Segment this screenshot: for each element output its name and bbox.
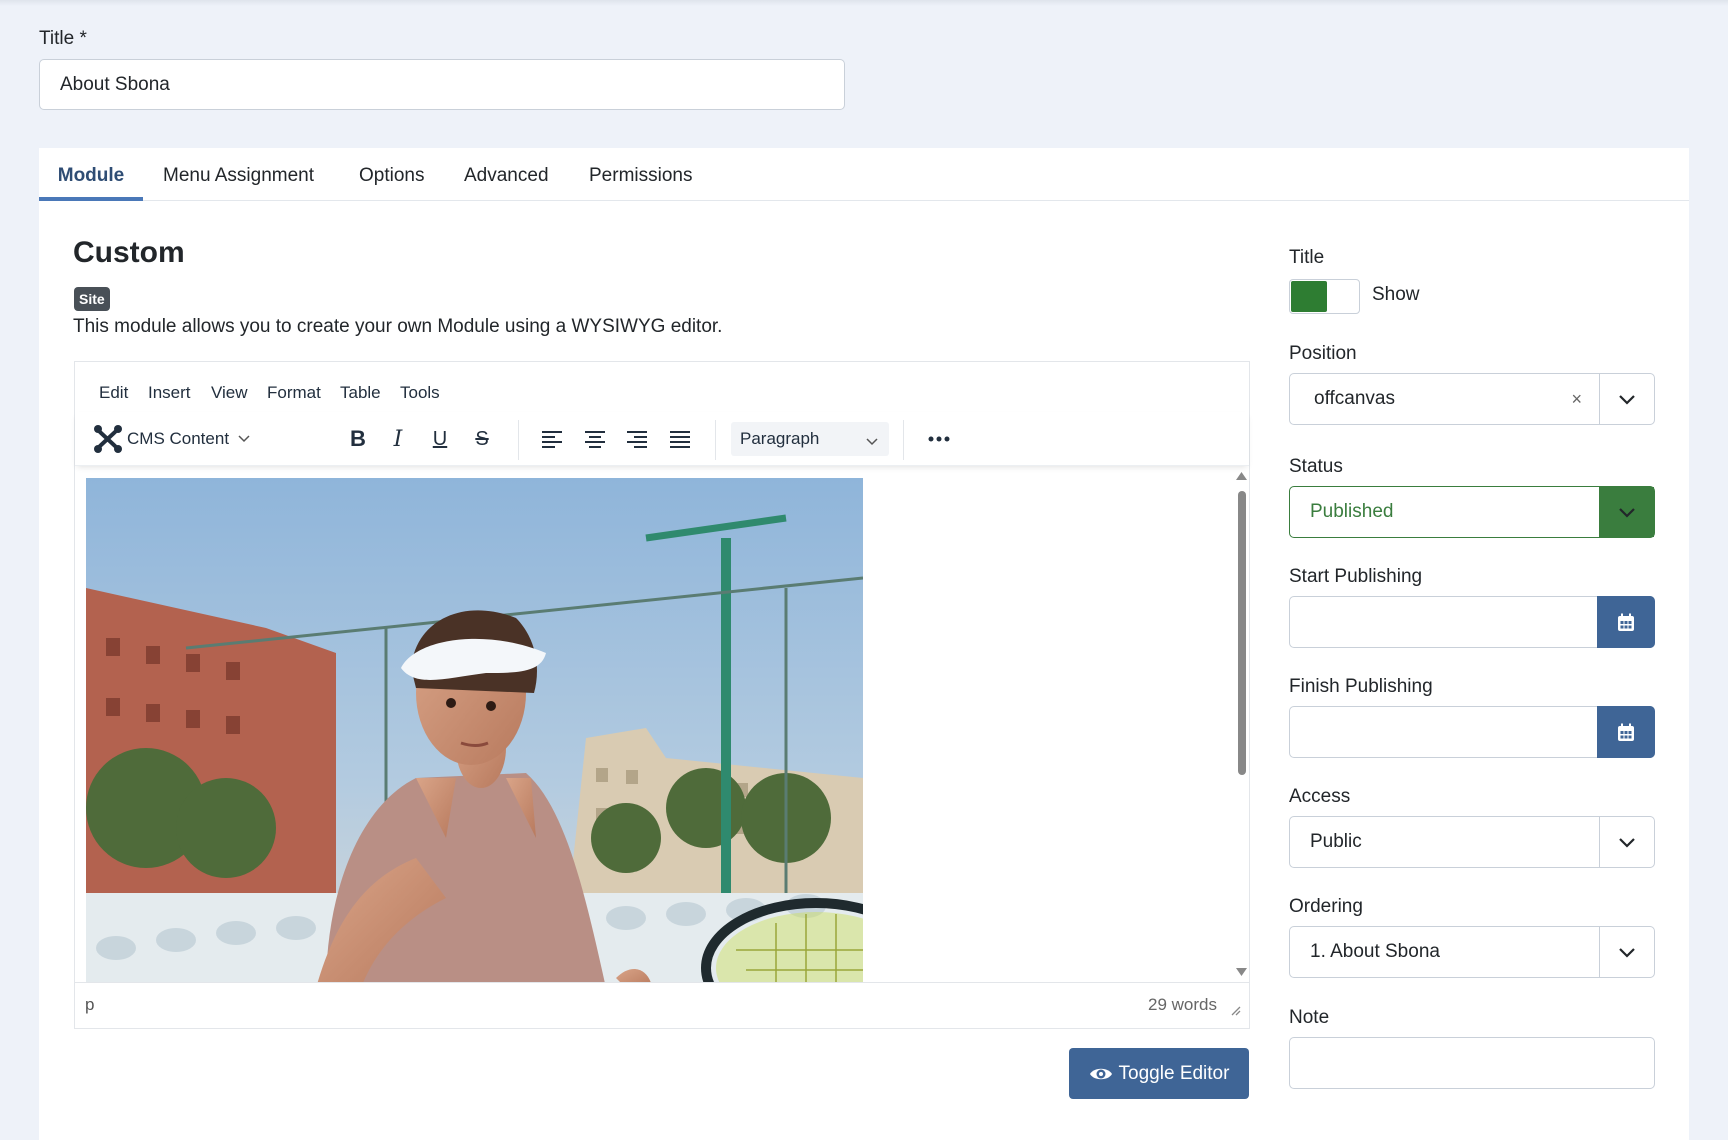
tennis-player-illustration xyxy=(86,478,863,982)
finish-publishing-input[interactable] xyxy=(1289,706,1655,758)
toggle-editor-button[interactable]: Toggle Editor xyxy=(1069,1048,1249,1099)
italic-button[interactable]: I xyxy=(381,422,415,456)
ordering-label: Ordering xyxy=(1289,896,1363,917)
access-dropdown-toggle[interactable] xyxy=(1599,817,1654,867)
menu-view[interactable]: View xyxy=(211,383,248,403)
start-calendar-button[interactable] xyxy=(1597,596,1655,648)
menu-format[interactable]: Format xyxy=(267,383,321,403)
italic-icon: I xyxy=(393,426,403,452)
position-dropdown-toggle[interactable] xyxy=(1599,374,1654,424)
module-type-heading: Custom xyxy=(73,236,185,269)
ordering-select[interactable]: 1. About Sbona xyxy=(1289,926,1655,978)
align-center-icon xyxy=(585,431,605,448)
tab-module[interactable]: Module xyxy=(39,148,143,201)
note-input[interactable] xyxy=(1289,1037,1655,1089)
tab-menu-assignment[interactable]: Menu Assignment xyxy=(163,148,314,201)
wysiwyg-editor: Edit Insert View Format Table Tools CMS … xyxy=(74,361,1250,1029)
tennis-player-image[interactable] xyxy=(86,478,863,982)
more-button[interactable] xyxy=(921,422,957,456)
cms-content-button[interactable]: CMS Content xyxy=(93,422,251,456)
editor-statusbar: p 29 words xyxy=(75,982,1249,1028)
justify-icon xyxy=(670,431,690,448)
menu-edit[interactable]: Edit xyxy=(99,383,128,403)
eye-icon xyxy=(1089,1065,1113,1083)
toolbar-separator xyxy=(518,420,519,460)
tab-permissions[interactable]: Permissions xyxy=(589,148,692,201)
site-badge: Site xyxy=(74,287,110,311)
underline-button[interactable]: U xyxy=(423,422,457,456)
status-dropdown-toggle[interactable] xyxy=(1599,487,1654,537)
menu-table[interactable]: Table xyxy=(340,383,381,403)
note-label: Note xyxy=(1289,1007,1330,1028)
ordering-dropdown-toggle[interactable] xyxy=(1599,927,1654,977)
strikethrough-icon: S xyxy=(475,427,489,450)
joomla-logo-icon xyxy=(93,424,123,454)
switch-on-indicator xyxy=(1291,281,1327,312)
chevron-down-icon xyxy=(865,432,879,452)
title-switch-text: Show xyxy=(1372,284,1420,305)
editor-toolbar: CMS Content B I U S Paragraph xyxy=(75,412,1249,466)
access-select[interactable]: Public xyxy=(1289,816,1655,868)
chevron-down-icon xyxy=(1619,394,1635,405)
top-shadow xyxy=(0,0,1728,6)
calendar-icon xyxy=(1618,723,1634,741)
strikethrough-button[interactable]: S xyxy=(465,422,499,456)
finish-calendar-button[interactable] xyxy=(1597,706,1655,758)
cms-content-label: CMS Content xyxy=(127,429,230,448)
align-right-button[interactable] xyxy=(620,422,654,456)
status-label: Status xyxy=(1289,456,1343,477)
bold-button[interactable]: B xyxy=(341,422,375,456)
menu-tools[interactable]: Tools xyxy=(400,383,440,403)
chevron-down-icon xyxy=(1619,507,1635,518)
align-left-icon xyxy=(542,431,562,448)
chevron-down-icon xyxy=(1619,947,1635,958)
scroll-down-icon[interactable] xyxy=(1235,967,1248,977)
module-description: This module allows you to create your ow… xyxy=(73,316,723,337)
title-input[interactable]: About Sbona xyxy=(39,59,845,110)
block-format-select[interactable]: Paragraph xyxy=(731,422,889,456)
title-show-switch[interactable] xyxy=(1289,279,1360,314)
status-value: Published xyxy=(1310,501,1394,522)
more-dots-icon xyxy=(928,436,950,442)
status-select[interactable]: Published xyxy=(1289,486,1655,538)
align-left-button[interactable] xyxy=(535,422,569,456)
justify-button[interactable] xyxy=(663,422,697,456)
word-count[interactable]: 29 words xyxy=(1148,995,1217,1015)
block-format-value: Paragraph xyxy=(740,429,820,448)
access-value: Public xyxy=(1310,831,1362,852)
title-toggle-label: Title xyxy=(1289,247,1325,268)
finish-publishing-label: Finish Publishing xyxy=(1289,676,1433,697)
bold-icon: B xyxy=(350,426,366,451)
module-card: Module Menu Assignment Options Advanced … xyxy=(39,148,1689,1140)
tab-options[interactable]: Options xyxy=(359,148,424,201)
editor-menubar: Edit Insert View Format Table Tools xyxy=(75,362,1249,412)
position-value: offcanvas xyxy=(1314,388,1395,409)
start-publishing-label: Start Publishing xyxy=(1289,566,1423,587)
toolbar-separator xyxy=(715,420,716,460)
scroll-up-icon[interactable] xyxy=(1235,471,1248,481)
position-select[interactable]: offcanvas × xyxy=(1289,373,1655,425)
toolbar-separator xyxy=(903,420,904,460)
position-label: Position xyxy=(1289,343,1357,364)
start-publishing-input[interactable] xyxy=(1289,596,1655,648)
clear-icon[interactable]: × xyxy=(1571,374,1582,424)
align-right-icon xyxy=(627,431,647,448)
underline-icon: U xyxy=(432,427,448,450)
editor-scrollbar[interactable] xyxy=(1234,467,1249,982)
tab-bar: Module Menu Assignment Options Advanced … xyxy=(39,148,1689,201)
tab-advanced[interactable]: Advanced xyxy=(464,148,549,201)
align-center-button[interactable] xyxy=(578,422,612,456)
title-label: Title * xyxy=(39,28,87,49)
toggle-editor-label: Toggle Editor xyxy=(1118,1062,1230,1084)
editor-content-area[interactable] xyxy=(75,467,1249,982)
resize-handle-icon[interactable] xyxy=(1229,1003,1241,1021)
element-path[interactable]: p xyxy=(85,995,94,1015)
menu-insert[interactable]: Insert xyxy=(148,383,191,403)
scrollbar-thumb[interactable] xyxy=(1238,491,1246,775)
calendar-icon xyxy=(1618,613,1634,631)
chevron-down-icon xyxy=(1619,837,1635,848)
ordering-value: 1. About Sbona xyxy=(1310,941,1440,962)
access-label: Access xyxy=(1289,786,1351,807)
chevron-down-icon xyxy=(237,434,251,444)
